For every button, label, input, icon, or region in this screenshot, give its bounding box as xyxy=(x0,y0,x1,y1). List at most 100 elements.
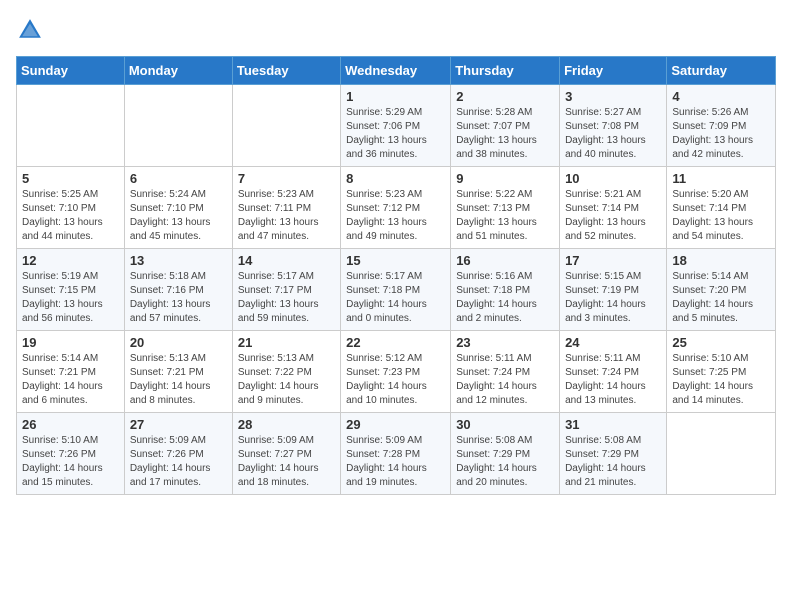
calendar-cell: 30Sunrise: 5:08 AMSunset: 7:29 PMDayligh… xyxy=(451,413,560,495)
day-number: 9 xyxy=(456,171,554,186)
cell-content: Sunrise: 5:15 AMSunset: 7:19 PMDaylight:… xyxy=(565,270,661,326)
calendar-cell: 1Sunrise: 5:29 AMSunset: 7:06 PMDaylight… xyxy=(341,85,451,167)
calendar-cell: 22 Sunrise: 5:12 AMSunset: 7:23 PMDayligh… xyxy=(341,331,451,413)
day-number: 15 xyxy=(346,253,445,268)
day-number: 29 xyxy=(346,417,445,432)
day-number: 7 xyxy=(238,171,335,186)
cell-content: Sunrise: 5:13 AMSunset: 7:21 PMDaylight:… xyxy=(130,352,227,408)
day-number: 1 xyxy=(346,89,445,104)
cell-content: Sunrise: 5:18 AMSunset: 7:16 PMDaylight:… xyxy=(130,270,227,326)
header-cell-sunday: Sunday xyxy=(17,57,125,85)
day-number: 11 xyxy=(672,171,770,186)
week-row-4: 19 Sunrise: 5:14 AMSunset: 7:21 PMDayligh… xyxy=(17,331,776,413)
logo-icon xyxy=(16,16,44,44)
calendar-cell: 16Sunrise: 5:16 AMSunset: 7:18 PMDayligh… xyxy=(451,249,560,331)
calendar-cell: 14 Sunrise: 5:17 AMSunset: 7:17 PMDayligh… xyxy=(232,249,340,331)
day-number: 19 xyxy=(22,335,119,350)
calendar-cell: 17 Sunrise: 5:15 AMSunset: 7:19 PMDayligh… xyxy=(560,249,667,331)
cell-content: Sunrise: 5:09 AMSunset: 7:26 PMDaylight:… xyxy=(130,434,227,490)
calendar-cell: 3Sunrise: 5:27 AMSunset: 7:08 PMDaylight… xyxy=(560,85,667,167)
day-number: 2 xyxy=(456,89,554,104)
header-cell-saturday: Saturday xyxy=(667,57,776,85)
cell-content: Sunrise: 5:09 AMSunset: 7:28 PMDaylight:… xyxy=(346,434,445,490)
cell-content: Sunrise: 5:27 AMSunset: 7:08 PMDaylight:… xyxy=(565,106,661,162)
calendar-cell: 11 Sunrise: 5:20 AMSunset: 7:14 PMDayligh… xyxy=(667,167,776,249)
calendar-cell xyxy=(232,85,340,167)
calendar-cell: 31Sunrise: 5:08 AMSunset: 7:29 PMDayligh… xyxy=(560,413,667,495)
calendar-cell: 6Sunrise: 5:24 AMSunset: 7:10 PMDaylight… xyxy=(124,167,232,249)
page-header xyxy=(16,16,776,44)
calendar-cell: 20 Sunrise: 5:13 AMSunset: 7:21 PMDayligh… xyxy=(124,331,232,413)
day-number: 31 xyxy=(565,417,661,432)
header-cell-monday: Monday xyxy=(124,57,232,85)
day-number: 23 xyxy=(456,335,554,350)
cell-content: Sunrise: 5:21 AMSunset: 7:14 PMDaylight:… xyxy=(565,188,661,244)
day-number: 5 xyxy=(22,171,119,186)
calendar-cell: 4Sunrise: 5:26 AMSunset: 7:09 PMDaylight… xyxy=(667,85,776,167)
day-number: 25 xyxy=(672,335,770,350)
cell-content: Sunrise: 5:14 AMSunset: 7:20 PMDaylight:… xyxy=(672,270,770,326)
calendar-cell: 10 Sunrise: 5:21 AMSunset: 7:14 PMDayligh… xyxy=(560,167,667,249)
day-number: 18 xyxy=(672,253,770,268)
day-number: 22 xyxy=(346,335,445,350)
cell-content: Sunrise: 5:11 AMSunset: 7:24 PMDaylight:… xyxy=(456,352,554,408)
cell-content: Sunrise: 5:23 AMSunset: 7:11 PMDaylight:… xyxy=(238,188,335,244)
calendar-cell: 9 Sunrise: 5:22 AMSunset: 7:13 PMDaylight… xyxy=(451,167,560,249)
cell-content: Sunrise: 5:28 AMSunset: 7:07 PMDaylight:… xyxy=(456,106,554,162)
day-number: 24 xyxy=(565,335,661,350)
calendar-cell: 29 Sunrise: 5:09 AMSunset: 7:28 PMDayligh… xyxy=(341,413,451,495)
calendar-cell: 12 Sunrise: 5:19 AMSunset: 7:15 PMDayligh… xyxy=(17,249,125,331)
calendar-cell: 7 Sunrise: 5:23 AMSunset: 7:11 PMDaylight… xyxy=(232,167,340,249)
day-number: 8 xyxy=(346,171,445,186)
cell-content: Sunrise: 5:25 AMSunset: 7:10 PMDaylight:… xyxy=(22,188,119,244)
cell-content: Sunrise: 5:20 AMSunset: 7:14 PMDaylight:… xyxy=(672,188,770,244)
day-number: 28 xyxy=(238,417,335,432)
cell-content: Sunrise: 5:14 AMSunset: 7:21 PMDaylight:… xyxy=(22,352,119,408)
cell-content: Sunrise: 5:08 AMSunset: 7:29 PMDaylight:… xyxy=(456,434,554,490)
header-cell-friday: Friday xyxy=(560,57,667,85)
day-number: 12 xyxy=(22,253,119,268)
day-number: 10 xyxy=(565,171,661,186)
cell-content: Sunrise: 5:22 AMSunset: 7:13 PMDaylight:… xyxy=(456,188,554,244)
header-cell-wednesday: Wednesday xyxy=(341,57,451,85)
day-number: 20 xyxy=(130,335,227,350)
day-number: 4 xyxy=(672,89,770,104)
calendar-cell: 2 Sunrise: 5:28 AMSunset: 7:07 PMDaylight… xyxy=(451,85,560,167)
cell-content: Sunrise: 5:10 AMSunset: 7:26 PMDaylight:… xyxy=(22,434,119,490)
calendar-header: SundayMondayTuesdayWednesdayThursdayFrid… xyxy=(17,57,776,85)
cell-content: Sunrise: 5:24 AMSunset: 7:10 PMDaylight:… xyxy=(130,188,227,244)
day-number: 13 xyxy=(130,253,227,268)
cell-content: Sunrise: 5:09 AMSunset: 7:27 PMDaylight:… xyxy=(238,434,335,490)
header-cell-thursday: Thursday xyxy=(451,57,560,85)
cell-content: Sunrise: 5:23 AMSunset: 7:12 PMDaylight:… xyxy=(346,188,445,244)
cell-content: Sunrise: 5:17 AMSunset: 7:18 PMDaylight:… xyxy=(346,270,445,326)
cell-content: Sunrise: 5:19 AMSunset: 7:15 PMDaylight:… xyxy=(22,270,119,326)
week-row-2: 5 Sunrise: 5:25 AMSunset: 7:10 PMDaylight… xyxy=(17,167,776,249)
calendar-cell xyxy=(124,85,232,167)
calendar-cell: 28 Sunrise: 5:09 AMSunset: 7:27 PMDayligh… xyxy=(232,413,340,495)
header-row: SundayMondayTuesdayWednesdayThursdayFrid… xyxy=(17,57,776,85)
calendar-cell: 26 Sunrise: 5:10 AMSunset: 7:26 PMDayligh… xyxy=(17,413,125,495)
calendar-cell xyxy=(667,413,776,495)
calendar-cell xyxy=(17,85,125,167)
calendar-cell: 15 Sunrise: 5:17 AMSunset: 7:18 PMDayligh… xyxy=(341,249,451,331)
calendar-table: SundayMondayTuesdayWednesdayThursdayFrid… xyxy=(16,56,776,495)
calendar-cell: 24 Sunrise: 5:11 AMSunset: 7:24 PMDayligh… xyxy=(560,331,667,413)
day-number: 21 xyxy=(238,335,335,350)
cell-content: Sunrise: 5:11 AMSunset: 7:24 PMDaylight:… xyxy=(565,352,661,408)
week-row-1: 1Sunrise: 5:29 AMSunset: 7:06 PMDaylight… xyxy=(17,85,776,167)
day-number: 26 xyxy=(22,417,119,432)
calendar-cell: 5 Sunrise: 5:25 AMSunset: 7:10 PMDaylight… xyxy=(17,167,125,249)
week-row-5: 26 Sunrise: 5:10 AMSunset: 7:26 PMDayligh… xyxy=(17,413,776,495)
cell-content: Sunrise: 5:16 AMSunset: 7:18 PMDaylight:… xyxy=(456,270,554,326)
day-number: 14 xyxy=(238,253,335,268)
cell-content: Sunrise: 5:13 AMSunset: 7:22 PMDaylight:… xyxy=(238,352,335,408)
cell-content: Sunrise: 5:12 AMSunset: 7:23 PMDaylight:… xyxy=(346,352,445,408)
cell-content: Sunrise: 5:17 AMSunset: 7:17 PMDaylight:… xyxy=(238,270,335,326)
calendar-cell: 25Sunrise: 5:10 AMSunset: 7:25 PMDayligh… xyxy=(667,331,776,413)
day-number: 17 xyxy=(565,253,661,268)
calendar-cell: 21 Sunrise: 5:13 AMSunset: 7:22 PMDayligh… xyxy=(232,331,340,413)
calendar-cell: 23 Sunrise: 5:11 AMSunset: 7:24 PMDayligh… xyxy=(451,331,560,413)
calendar-body: 1Sunrise: 5:29 AMSunset: 7:06 PMDaylight… xyxy=(17,85,776,495)
calendar-cell: 27Sunrise: 5:09 AMSunset: 7:26 PMDayligh… xyxy=(124,413,232,495)
